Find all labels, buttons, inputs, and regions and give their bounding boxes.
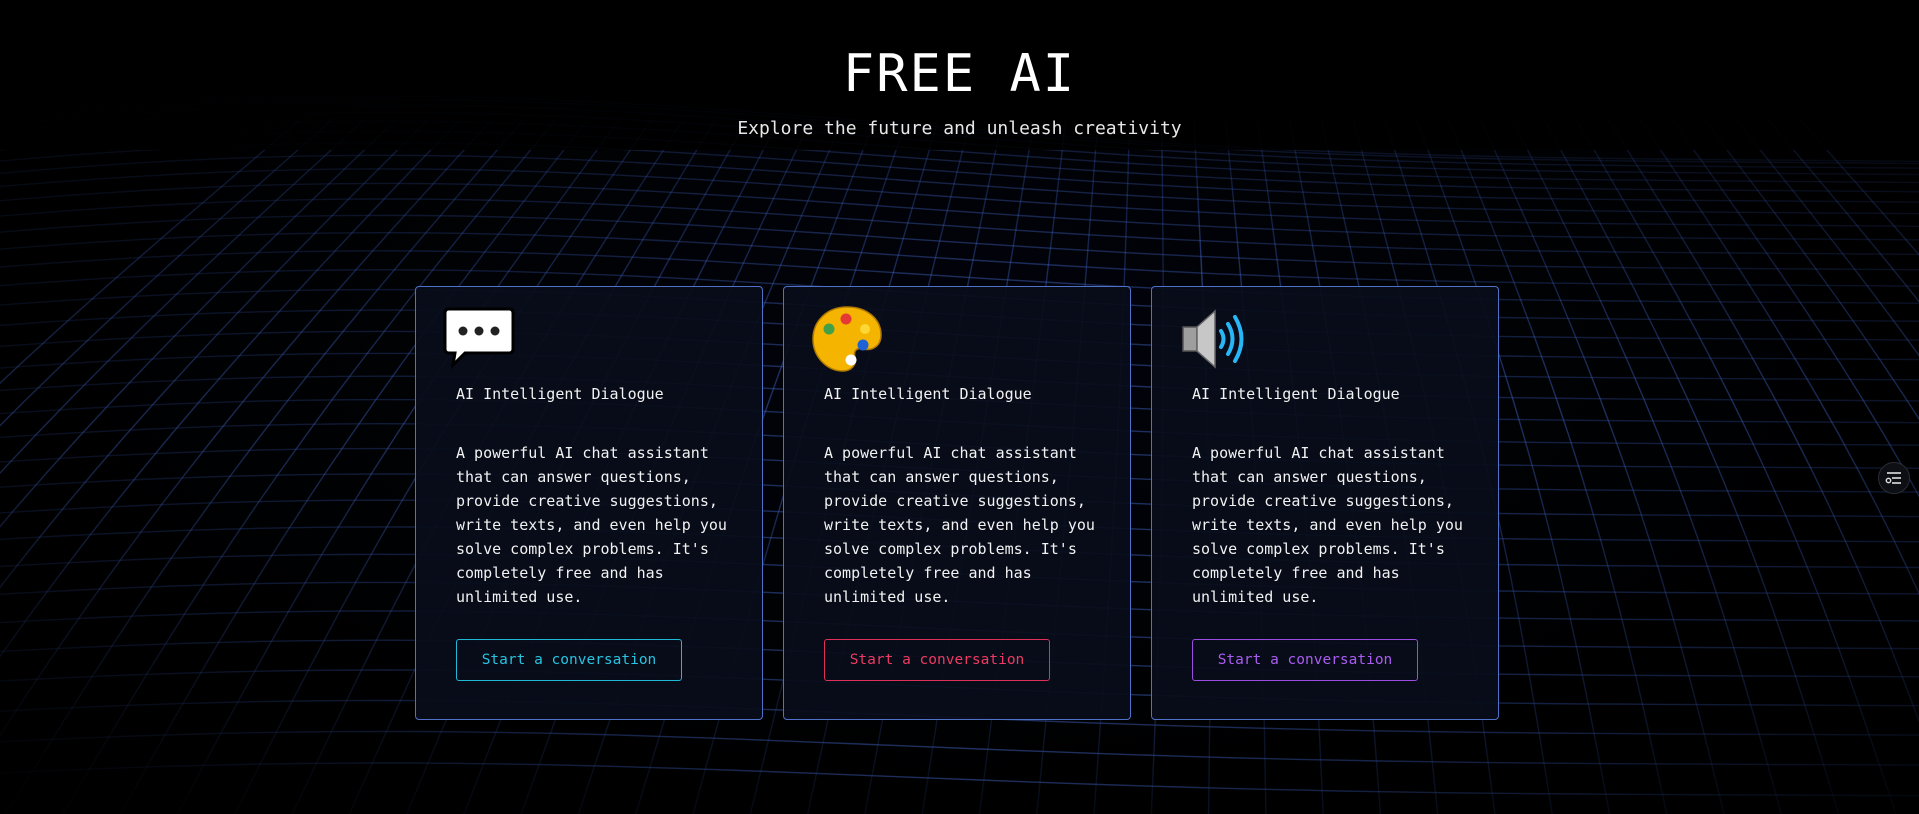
settings-list-button[interactable] [1878, 462, 1910, 494]
card-description: A powerful AI chat assistant that can an… [456, 444, 727, 606]
card-title: AI Intelligent Dialogue [824, 385, 1032, 403]
card-description: A powerful AI chat assistant that can an… [1192, 444, 1463, 606]
settings-list-icon [1885, 472, 1901, 484]
palette-icon [812, 306, 882, 372]
start-conversation-button[interactable]: Start a conversation [824, 639, 1050, 681]
page-title: FREE AI [842, 44, 1077, 104]
start-conversation-button[interactable]: Start a conversation [1192, 639, 1418, 681]
card-title: AI Intelligent Dialogue [1192, 385, 1400, 403]
feature-card-art: AI Intelligent Dialogue A powerful AI ch… [783, 286, 1131, 720]
speaker-icon [1182, 309, 1244, 369]
feature-card-voice: AI Intelligent Dialogue A powerful AI ch… [1151, 286, 1499, 720]
card-title: AI Intelligent Dialogue [456, 385, 664, 403]
start-conversation-button[interactable]: Start a conversation [456, 639, 682, 681]
feature-cards: AI Intelligent Dialogue A powerful AI ch… [415, 286, 1499, 720]
page: FREE AI Explore the future and unleash c… [0, 0, 1919, 814]
page-subtitle: Explore the future and unleash creativit… [737, 118, 1182, 139]
feature-card-chat: AI Intelligent Dialogue A powerful AI ch… [415, 286, 763, 720]
speech-bubble-icon [443, 307, 515, 370]
card-description: A powerful AI chat assistant that can an… [824, 444, 1095, 606]
